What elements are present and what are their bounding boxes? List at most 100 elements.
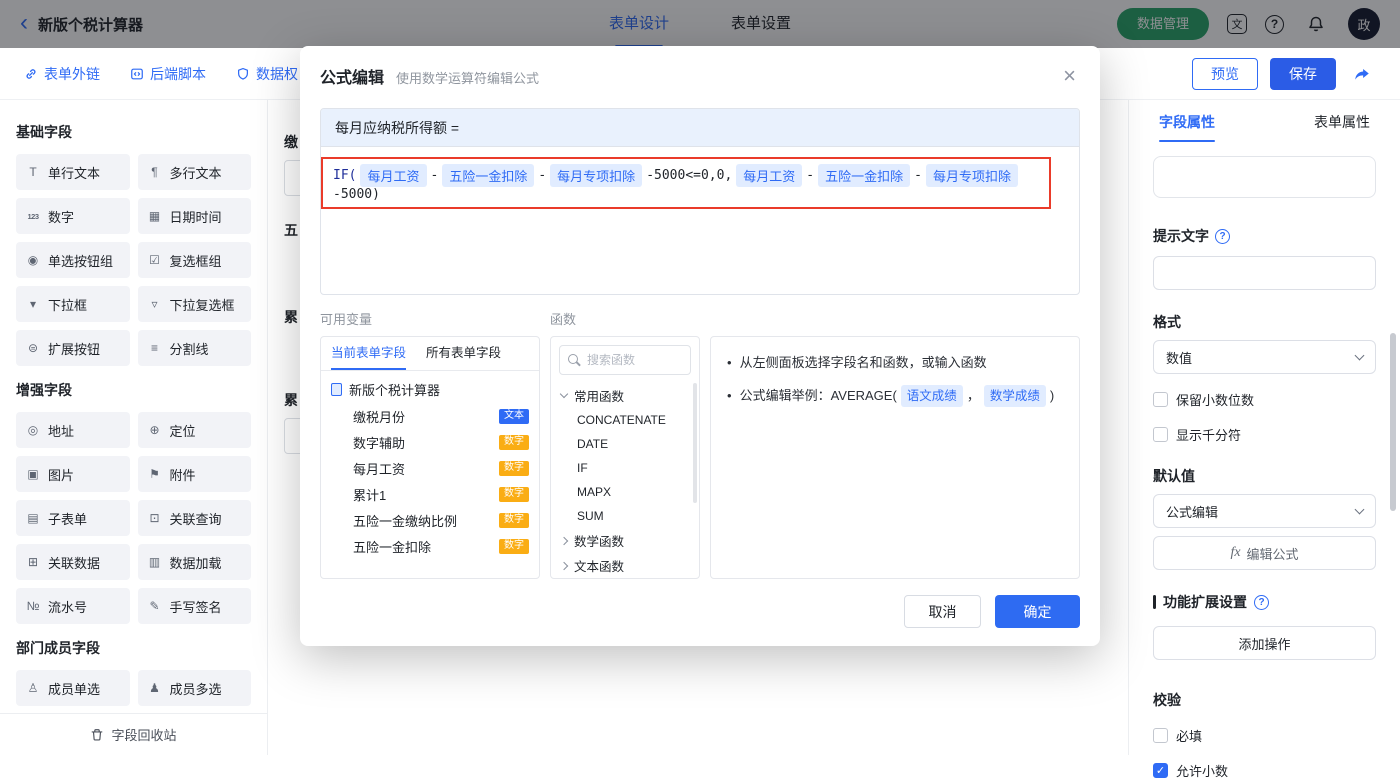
sidebar-item-dropdown[interactable]: ▾下拉框 — [16, 286, 130, 322]
function-item[interactable]: MAPX — [551, 480, 699, 504]
sidebar-item-dropdown-checkbox[interactable]: ▿下拉复选框 — [138, 286, 252, 322]
edit-formula-button[interactable]: fx 编辑公式 — [1153, 536, 1376, 570]
functions-scrollbar[interactable] — [693, 383, 697, 503]
field-chip[interactable]: 五险一金扣除 — [818, 164, 910, 187]
close-icon[interactable]: × — [1063, 65, 1076, 87]
share-icon[interactable] — [1348, 60, 1376, 88]
sidebar-item-serial-number[interactable]: №流水号 — [16, 588, 130, 624]
question-icon[interactable]: ? — [1254, 595, 1269, 610]
enhanced-field-grid: ◎地址 ⊕定位 ▣图片 ⚑附件 ▤子表单 ⊡关联查询 ⊞关联数据 ▥数据加载 №… — [16, 412, 251, 624]
variable-item[interactable]: 五险一金扣除数字 — [321, 533, 539, 559]
sidebar-item-number[interactable]: 123数字 — [16, 198, 130, 234]
question-icon[interactable]: ? — [1215, 229, 1230, 244]
default-value-select[interactable]: 公式编辑 — [1153, 494, 1376, 528]
tab-field-properties[interactable]: 字段属性 — [1159, 112, 1215, 142]
sidebar-item-checkbox-group[interactable]: ☑复选框组 — [138, 242, 252, 278]
help-icon[interactable]: ? — [1265, 15, 1284, 34]
page-title: 新版个税计算器 — [38, 14, 143, 35]
example-field-chip: 语文成绩 — [901, 385, 963, 407]
variable-item[interactable]: 每月工资数字 — [321, 455, 539, 481]
sidebar-item-datetime[interactable]: ▦日期时间 — [138, 198, 252, 234]
thousand-separator-checkbox[interactable]: 显示千分符 — [1153, 425, 1376, 444]
data-manage-button[interactable]: 数据管理 — [1117, 8, 1209, 40]
location-icon: ⊕ — [147, 423, 163, 437]
section-title-basic: 基础字段 — [16, 122, 251, 142]
sidebar-item-attachment[interactable]: ⚑附件 — [138, 456, 252, 492]
sidebar-item-data-load[interactable]: ▥数据加载 — [138, 544, 252, 580]
sidebar-item-linked-query[interactable]: ⊡关联查询 — [138, 500, 252, 536]
function-search-input[interactable] — [587, 353, 682, 367]
variable-item[interactable]: 累计1数字 — [321, 481, 539, 507]
field-chip[interactable]: 五险一金扣除 — [442, 164, 534, 187]
sidebar-item-divider[interactable]: ≡分割线 — [138, 330, 252, 366]
function-search[interactable] — [559, 345, 691, 375]
field-label: 流水号 — [48, 597, 87, 616]
tab-current-form-fields[interactable]: 当前表单字段 — [321, 337, 416, 370]
sidebar-item-address[interactable]: ◎地址 — [16, 412, 130, 448]
tab-all-form-fields[interactable]: 所有表单字段 — [416, 337, 511, 370]
keep-decimal-checkbox[interactable]: 保留小数位数 — [1153, 390, 1376, 409]
backend-script-link[interactable]: 后端脚本 — [130, 64, 206, 84]
function-item[interactable]: CONCATENATE — [551, 408, 699, 432]
edit-formula-label: 编辑公式 — [1247, 544, 1299, 563]
sidebar-item-image[interactable]: ▣图片 — [16, 456, 130, 492]
add-action-button[interactable]: 添加操作 — [1153, 626, 1376, 660]
field-title-input[interactable] — [1153, 156, 1376, 198]
cancel-button[interactable]: 取消 — [904, 595, 981, 628]
avatar[interactable]: 政 — [1348, 8, 1380, 40]
data-permission-link[interactable]: 数据权 — [236, 64, 298, 84]
field-chip[interactable]: 每月专项扣除 — [926, 164, 1018, 187]
allow-decimal-checkbox[interactable]: ✓ 允许小数 — [1153, 761, 1376, 780]
sidebar-item-multi-line-text[interactable]: ¶多行文本 — [138, 154, 252, 190]
function-item[interactable]: IF — [551, 456, 699, 480]
tab-form-properties[interactable]: 表单属性 — [1314, 112, 1370, 142]
preview-button[interactable]: 预览 — [1192, 58, 1258, 90]
field-label: 数字 — [48, 207, 74, 226]
sidebar-item-radio-group[interactable]: ◉单选按钮组 — [16, 242, 130, 278]
hint-text-input[interactable] — [1153, 256, 1376, 290]
field-recycle-bin[interactable]: 字段回收站 — [0, 713, 267, 755]
modal-panels: 当前表单字段 所有表单字段 新版个税计算器 缴税月份文本 数字辅助数字 每月工资… — [320, 336, 1080, 579]
back-icon[interactable]: ‹ — [20, 11, 28, 35]
variable-item[interactable]: 五险一金缴纳比例数字 — [321, 507, 539, 533]
image-icon: ▣ — [25, 467, 41, 481]
required-checkbox[interactable]: 必填 — [1153, 726, 1376, 745]
form-external-link[interactable]: 表单外链 — [24, 64, 100, 84]
function-group-common[interactable]: 常用函数 — [551, 383, 699, 408]
field-chip[interactable]: 每月工资 — [736, 164, 802, 187]
sidebar-item-linked-data[interactable]: ⊞关联数据 — [16, 544, 130, 580]
field-chip[interactable]: 每月专项扣除 — [550, 164, 642, 187]
backend-script-label: 后端脚本 — [150, 64, 206, 84]
sidebar-item-single-line-text[interactable]: T单行文本 — [16, 154, 130, 190]
save-button[interactable]: 保存 — [1270, 58, 1336, 90]
field-label: 子表单 — [48, 509, 87, 528]
sidebar-item-member-single[interactable]: ♙成员单选 — [16, 670, 130, 706]
confirm-button[interactable]: 确定 — [995, 595, 1080, 628]
sidebar-item-member-multi[interactable]: ♟成员多选 — [138, 670, 252, 706]
panel-scrollbar[interactable] — [1390, 333, 1396, 511]
notification-bell-icon[interactable] — [1302, 10, 1330, 38]
tab-form-design[interactable]: 表单设计 — [609, 0, 669, 48]
sidebar-item-extend-button[interactable]: ⊜扩展按钮 — [16, 330, 130, 366]
function-group-math[interactable]: 数学函数 — [551, 528, 699, 553]
extension-settings-section: 功能扩展设置 ? — [1153, 592, 1376, 612]
signature-icon: ✎ — [147, 599, 163, 613]
modal-title: 公式编辑 — [320, 64, 384, 88]
field-label: 下拉复选框 — [170, 295, 235, 314]
chart-icon: ▥ — [147, 555, 163, 569]
field-label: 手写签名 — [170, 597, 222, 616]
formula-content[interactable]: IF( 每月工资 - 五险一金扣除 - 每月专项扣除 -5000<=0,0, 每… — [321, 147, 1079, 209]
sidebar-item-signature[interactable]: ✎ 手写签名 — [138, 588, 252, 624]
function-item[interactable]: DATE — [551, 432, 699, 456]
sidebar-item-location[interactable]: ⊕定位 — [138, 412, 252, 448]
variables-tree-root[interactable]: 新版个税计算器 — [321, 371, 539, 403]
variable-item[interactable]: 数字辅助数字 — [321, 429, 539, 455]
translate-icon[interactable]: 文 — [1227, 14, 1247, 34]
tab-form-settings[interactable]: 表单设置 — [731, 0, 791, 48]
function-item[interactable]: SUM — [551, 504, 699, 528]
field-chip[interactable]: 每月工资 — [360, 164, 426, 187]
function-group-text[interactable]: 文本函数 — [551, 553, 699, 578]
format-select[interactable]: 数值 — [1153, 340, 1376, 374]
variable-item[interactable]: 缴税月份文本 — [321, 403, 539, 429]
sidebar-item-subform[interactable]: ▤子表单 — [16, 500, 130, 536]
